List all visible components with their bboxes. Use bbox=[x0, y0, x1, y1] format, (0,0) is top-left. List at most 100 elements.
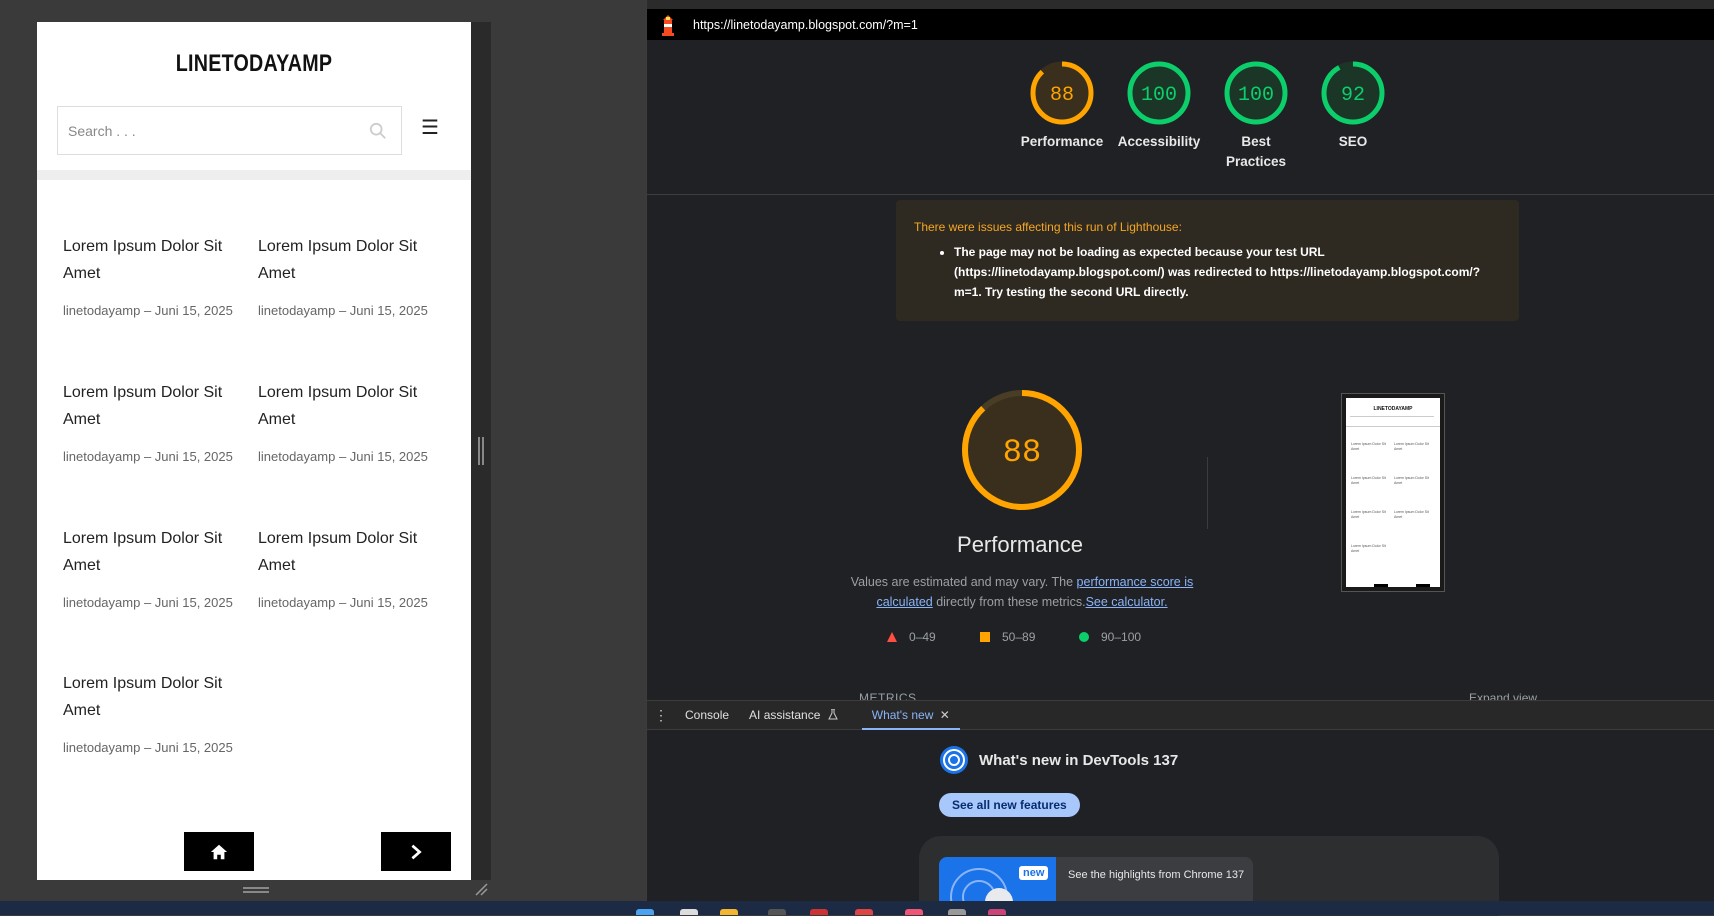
gauge-accessibility[interactable]: 100 Accessibility bbox=[1109, 60, 1209, 152]
post-title[interactable]: Lorem Ipsum Dolor Sit Amet bbox=[258, 233, 438, 287]
tab-console[interactable]: Console bbox=[675, 700, 739, 730]
warning-list: The page may not be loading as expected … bbox=[914, 242, 1501, 302]
gauge-performance[interactable]: 88 Performance bbox=[1012, 60, 1112, 152]
gauge-seo[interactable]: 92 SEO bbox=[1303, 60, 1403, 152]
post-title[interactable]: Lorem Ipsum Dolor Sit Amet bbox=[258, 379, 438, 433]
legend-range: 0–49 bbox=[909, 630, 936, 644]
legend-average: 50–89 bbox=[980, 630, 1035, 644]
post-title[interactable]: Lorem Ipsum Dolor Sit Amet bbox=[258, 525, 438, 579]
search-input[interactable] bbox=[58, 107, 358, 154]
os-taskbar bbox=[0, 901, 1714, 915]
thumbnail-next-button bbox=[1416, 584, 1430, 587]
gauge-score: 100 bbox=[1141, 84, 1177, 107]
hamburger-menu-icon[interactable]: ☰ bbox=[421, 118, 439, 138]
thumbnail-text: Lorem Ipsum Dolor Sit Amet bbox=[1394, 442, 1429, 451]
thumbnail-content: LINETODAYAMP Lorem Ipsum Dolor Sit Amet … bbox=[1346, 398, 1440, 587]
post-meta: linetodayamp – Juni 15, 2025 bbox=[63, 449, 233, 464]
app-icon[interactable] bbox=[810, 909, 828, 915]
highlight-item[interactable]: new See the highlights from Chrome 137 bbox=[939, 857, 1253, 907]
performance-big-gauge: 88 bbox=[962, 390, 1082, 510]
legend-fail: 0–49 bbox=[887, 630, 936, 644]
file-explorer-icon[interactable] bbox=[720, 909, 738, 915]
post-meta: linetodayamp – Juni 15, 2025 bbox=[258, 303, 428, 318]
video-preview-icon bbox=[950, 868, 1013, 907]
square-icon bbox=[980, 632, 990, 642]
gauge-best-practices[interactable]: 100 Best Practices bbox=[1206, 60, 1306, 172]
final-screenshot-thumbnail[interactable]: LINETODAYAMP Lorem Ipsum Dolor Sit Amet … bbox=[1341, 393, 1445, 592]
next-page-button[interactable] bbox=[381, 832, 451, 871]
performance-description: Values are estimated and may vary. The p… bbox=[847, 572, 1197, 612]
post-title[interactable]: Lorem Ipsum Dolor Sit Amet bbox=[63, 670, 243, 724]
expand-view-link[interactable]: Expand view bbox=[1469, 690, 1537, 700]
post-title[interactable]: Lorem Ipsum Dolor Sit Amet bbox=[63, 233, 243, 287]
more-options-icon[interactable]: ⋮ bbox=[647, 707, 675, 724]
desc-text: Values are estimated and may vary. The bbox=[850, 575, 1077, 589]
close-icon[interactable]: ✕ bbox=[940, 708, 950, 722]
gauge-ring: 92 bbox=[1321, 61, 1385, 125]
chevron-right-icon bbox=[411, 844, 422, 859]
gauge-score: 88 bbox=[1050, 84, 1074, 107]
device-viewport: LINETODAYAMP ☰ Lorem Ipsum Dolor Sit Ame… bbox=[37, 22, 471, 880]
legend-pass: 90–100 bbox=[1079, 630, 1141, 644]
post-card[interactable]: Lorem Ipsum Dolor Sit Amet linetodayamp … bbox=[63, 670, 243, 755]
height-resize-handle[interactable] bbox=[243, 887, 269, 893]
thumbnail-text: Lorem Ipsum Dolor Sit Amet bbox=[1351, 476, 1386, 485]
post-card[interactable]: Lorem Ipsum Dolor Sit Amet linetodayamp … bbox=[258, 233, 438, 318]
post-card[interactable]: Lorem Ipsum Dolor Sit Amet linetodayamp … bbox=[258, 379, 438, 464]
devtools-panel: https://linetodayamp.blogspot.com/?m=1 8… bbox=[646, 0, 1714, 916]
drawer-tab-bar: ⋮ Console AI assistance What's new ✕ bbox=[647, 700, 1714, 730]
lighthouse-logo-icon bbox=[662, 14, 674, 36]
thumbnail-line bbox=[1346, 426, 1440, 427]
thumbnail-text: Lorem Ipsum Dolor Sit Amet bbox=[1394, 476, 1429, 485]
lighthouse-warning: There were issues affecting this run of … bbox=[896, 200, 1519, 321]
audited-url: https://linetodayamp.blogspot.com/?m=1 bbox=[693, 17, 918, 32]
tab-whats-new[interactable]: What's new ✕ bbox=[861, 700, 960, 730]
flask-icon bbox=[827, 708, 838, 720]
post-meta: linetodayamp – Juni 15, 2025 bbox=[63, 740, 233, 755]
search-taskbar-icon[interactable] bbox=[680, 909, 698, 915]
windows-start-icon[interactable] bbox=[636, 909, 654, 915]
post-meta: linetodayamp – Juni 15, 2025 bbox=[258, 595, 428, 610]
new-badge: new bbox=[1019, 866, 1049, 880]
gauge-label: Performance bbox=[1020, 134, 1104, 149]
search-icon[interactable] bbox=[369, 122, 387, 140]
post-card[interactable]: Lorem Ipsum Dolor Sit Amet linetodayamp … bbox=[63, 379, 243, 464]
chrome-icon[interactable] bbox=[855, 909, 873, 915]
app-icon[interactable] bbox=[988, 909, 1006, 915]
home-button[interactable] bbox=[184, 832, 254, 871]
see-calculator-link[interactable]: See calculator. bbox=[1086, 595, 1168, 609]
thumbnail-home-button bbox=[1374, 584, 1388, 587]
score-legend: 0–49 50–89 90–100 bbox=[887, 630, 1177, 646]
corner-resize-icon[interactable] bbox=[474, 882, 488, 896]
whats-new-panel: What's new in DevTools 137 See all new f… bbox=[647, 731, 1714, 916]
thumbnail-text: Lorem Ipsum Dolor Sit Amet bbox=[1394, 510, 1429, 519]
app-icon[interactable] bbox=[905, 909, 923, 915]
app-icon[interactable] bbox=[948, 909, 966, 915]
lighthouse-url-bar: https://linetodayamp.blogspot.com/?m=1 bbox=[647, 9, 1714, 40]
gauge-ring: 100 bbox=[1127, 61, 1191, 125]
post-card[interactable]: Lorem Ipsum Dolor Sit Amet linetodayamp … bbox=[63, 233, 243, 318]
see-all-features-button[interactable]: See all new features bbox=[939, 793, 1080, 817]
performance-score: 88 bbox=[1003, 434, 1041, 471]
post-meta: linetodayamp – Juni 15, 2025 bbox=[258, 449, 428, 464]
circle-icon bbox=[1079, 632, 1089, 642]
highlight-text: See the highlights from Chrome 137 bbox=[1068, 869, 1245, 881]
post-title[interactable]: Lorem Ipsum Dolor Sit Amet bbox=[63, 525, 243, 579]
gauge-label: SEO bbox=[1338, 134, 1368, 149]
tab-ai-assistance[interactable]: AI assistance bbox=[739, 700, 848, 730]
metrics-heading: METRICS bbox=[859, 691, 917, 700]
post-title[interactable]: Lorem Ipsum Dolor Sit Amet bbox=[63, 379, 243, 433]
highlight-video-thumbnail: new bbox=[939, 857, 1056, 907]
whats-new-title: What's new in DevTools 137 bbox=[979, 751, 1179, 769]
thumbnail-text: Lorem Ipsum Dolor Sit Amet bbox=[1351, 442, 1386, 451]
site-title[interactable]: LINETODAYAMP bbox=[76, 50, 432, 78]
triangle-icon bbox=[887, 632, 897, 642]
post-card[interactable]: Lorem Ipsum Dolor Sit Amet linetodayamp … bbox=[258, 525, 438, 610]
devtools-top-strip bbox=[647, 0, 1714, 9]
app-icon[interactable] bbox=[768, 909, 786, 915]
vertical-separator bbox=[1207, 457, 1208, 529]
post-meta: linetodayamp – Juni 15, 2025 bbox=[63, 595, 233, 610]
width-resize-handle[interactable] bbox=[478, 437, 484, 465]
post-card[interactable]: Lorem Ipsum Dolor Sit Amet linetodayamp … bbox=[63, 525, 243, 610]
desc-text: directly from these metrics. bbox=[932, 595, 1086, 609]
